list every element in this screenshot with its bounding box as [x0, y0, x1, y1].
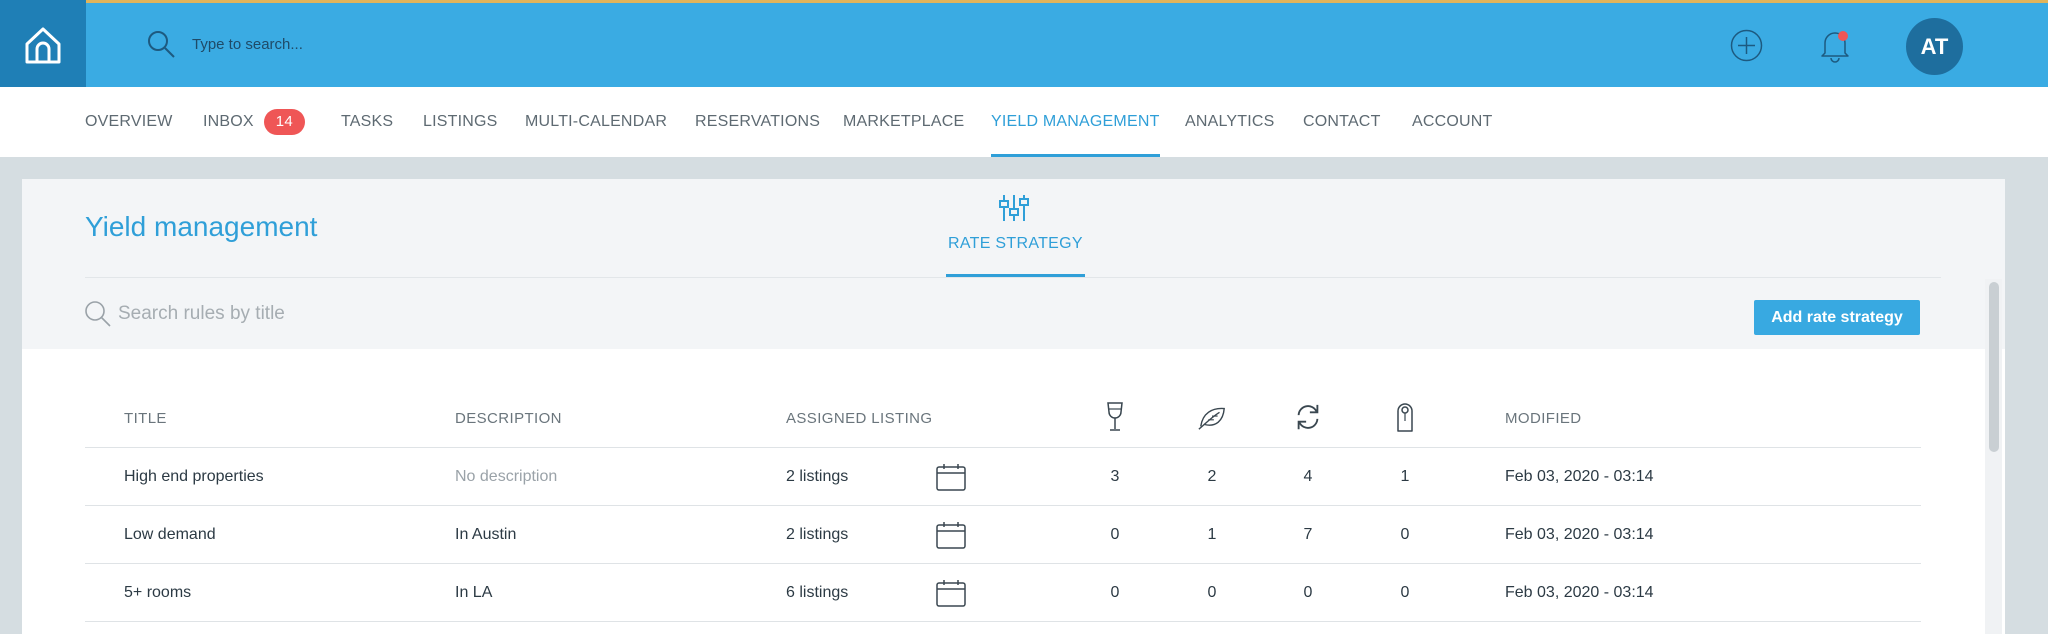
nav-item-inbox[interactable]: INBOX 14 [203, 87, 305, 157]
table-row[interactable]: High end properties No description 2 lis… [85, 448, 1921, 506]
row-title[interactable]: 5+ rooms [124, 564, 191, 622]
notification-bell-icon[interactable] [1818, 27, 1852, 63]
row-description: In Austin [455, 526, 517, 543]
rate-strategy-table: TITLE DESCRIPTION ASSIGNED LISTING MODIF… [85, 389, 1921, 622]
column-header-door-hanger[interactable] [1390, 401, 1420, 435]
row-door-count: 0 [1400, 584, 1410, 601]
row-title[interactable]: Low demand [124, 506, 216, 564]
nav-item-overview[interactable]: OVERVIEW [85, 87, 173, 157]
row-leaf-count: 2 [1207, 468, 1217, 485]
tab-rate-strategy[interactable]: RATE STRATEGY [946, 235, 1085, 277]
add-rate-strategy-button[interactable]: Add rate strategy [1754, 300, 1920, 335]
user-avatar[interactable]: AT [1906, 18, 1963, 75]
row-leaf-count: 0 [1207, 584, 1217, 601]
row-wine-count: 0 [1110, 584, 1120, 601]
door-hanger-icon [1397, 403, 1413, 432]
row-leaf-count: 1 [1207, 526, 1217, 543]
tab-label: RATE STRATEGY [948, 235, 1083, 252]
sliders-icon [999, 195, 1029, 221]
column-header-description[interactable]: DESCRIPTION [455, 389, 562, 448]
rules-search-input[interactable] [118, 297, 618, 331]
row-door-count: 1 [1400, 468, 1410, 485]
page-title: Yield management [85, 211, 318, 242]
row-assigned-listings[interactable]: 2 listings [786, 506, 848, 564]
main-nav: OVERVIEW INBOX 14 TASKS LISTINGS MULTI-CA… [0, 87, 2048, 157]
home-icon [25, 27, 61, 64]
row-description: No description [455, 468, 558, 485]
search-icon [85, 301, 111, 327]
calendar-icon[interactable] [935, 520, 967, 550]
row-refresh-count: 4 [1303, 468, 1313, 485]
nav-item-contact[interactable]: CONTACT [1303, 87, 1381, 157]
yield-management-card: Yield management RATE STRATEGY Add rate … [22, 179, 2005, 634]
row-refresh-count: 7 [1303, 526, 1313, 543]
row-wine-count: 0 [1110, 526, 1120, 543]
header-divider [85, 277, 1941, 278]
column-header-leaf[interactable] [1197, 401, 1227, 435]
nav-label: ANALYTICS [1185, 113, 1275, 130]
nav-item-account[interactable]: ACCOUNT [1412, 87, 1493, 157]
row-door-count: 0 [1400, 526, 1410, 543]
nav-label: MARKETPLACE [843, 113, 965, 130]
nav-item-listings[interactable]: LISTINGS [423, 87, 498, 157]
add-icon[interactable] [1730, 29, 1763, 62]
nav-item-tasks[interactable]: TASKS [341, 87, 393, 157]
row-refresh-count: 0 [1303, 584, 1313, 601]
scrollbar-thumb[interactable] [1989, 282, 1999, 452]
table-header: TITLE DESCRIPTION ASSIGNED LISTING MODIF… [85, 389, 1921, 448]
card-header: Yield management RATE STRATEGY Add rate … [22, 179, 2005, 349]
row-assigned-listings[interactable]: 6 listings [786, 564, 848, 622]
global-search-input[interactable] [192, 29, 612, 59]
leaf-icon [1198, 407, 1225, 430]
inbox-count-badge: 14 [263, 109, 305, 135]
calendar-icon[interactable] [935, 578, 967, 608]
refresh-icon [1297, 404, 1319, 430]
row-description: In LA [455, 584, 493, 601]
column-header-assigned-listing[interactable]: ASSIGNED LISTING [786, 389, 932, 448]
table-row[interactable]: Low demand In Austin 2 listings 0 1 7 0 … [85, 506, 1921, 564]
nav-item-marketplace[interactable]: MARKETPLACE [843, 87, 964, 157]
nav-label: MULTI-CALENDAR [525, 113, 668, 130]
row-wine-count: 3 [1110, 468, 1120, 485]
row-modified: Feb 03, 2020 - 03:14 [1505, 468, 1654, 485]
nav-label: CONTACT [1303, 113, 1381, 130]
nav-label: LISTINGS [423, 113, 498, 130]
nav-item-reservations[interactable]: RESERVATIONS [695, 87, 820, 157]
nav-item-yield-management[interactable]: YIELD MANAGEMENT [991, 87, 1160, 157]
wine-glass-icon [1107, 402, 1123, 431]
row-title[interactable]: High end properties [124, 448, 264, 506]
row-modified: Feb 03, 2020 - 03:14 [1505, 584, 1654, 601]
home-button[interactable] [0, 0, 86, 90]
nav-label: RESERVATIONS [695, 113, 821, 130]
column-header-modified[interactable]: MODIFIED [1505, 389, 1582, 448]
column-header-wine[interactable] [1100, 401, 1130, 435]
nav-label: YIELD MANAGEMENT [991, 113, 1160, 130]
top-bar: AT [0, 0, 2048, 90]
nav-label: TASKS [341, 113, 394, 130]
nav-label: INBOX [203, 113, 254, 130]
nav-label: OVERVIEW [85, 113, 173, 130]
column-header-refresh[interactable] [1293, 401, 1323, 435]
column-header-title[interactable]: TITLE [124, 389, 167, 448]
row-assigned-listings[interactable]: 2 listings [786, 448, 848, 506]
nav-label: ACCOUNT [1412, 113, 1493, 130]
search-icon[interactable] [146, 29, 176, 59]
nav-item-multi-calendar[interactable]: MULTI-CALENDAR [525, 87, 667, 157]
row-modified: Feb 03, 2020 - 03:14 [1505, 526, 1654, 543]
table-row[interactable]: 5+ rooms In LA 6 listings 0 0 0 0 Feb 03… [85, 564, 1921, 622]
nav-item-analytics[interactable]: ANALYTICS [1185, 87, 1275, 157]
calendar-icon[interactable] [935, 462, 967, 492]
